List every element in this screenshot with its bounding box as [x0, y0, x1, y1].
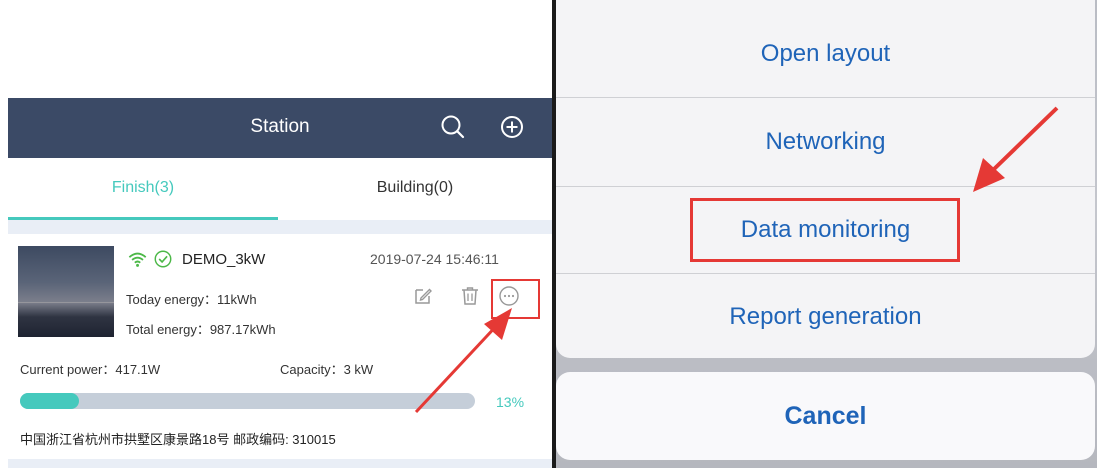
search-icon[interactable]: [438, 112, 468, 142]
section-spacer-bottom: [8, 459, 552, 468]
progress-fill: [20, 393, 80, 409]
station-address: 中国浙江省杭州市拱墅区康景路18号 邮政编码: 310015: [20, 432, 336, 447]
check-circle-icon: [154, 250, 172, 268]
red-arrow-icon: [973, 106, 1059, 192]
tab-bar: Finish(3) Building(0): [8, 158, 552, 220]
tab-building[interactable]: Building(0): [280, 158, 550, 220]
station-datetime: 2019-07-24 15:46:11: [370, 251, 499, 267]
progress-bar: [20, 393, 475, 409]
open-layout-option[interactable]: Open layout: [556, 10, 1095, 98]
cancel-button[interactable]: Cancel: [556, 372, 1095, 460]
red-arrow-icon: [414, 308, 512, 414]
station-status-icons: [128, 250, 172, 268]
page-title: Station: [250, 116, 310, 137]
section-spacer: [8, 220, 552, 234]
station-name[interactable]: DEMO_3kW: [182, 251, 265, 268]
add-circle-icon[interactable]: [497, 112, 527, 142]
capacity: Capacity：3 kW: [280, 362, 374, 377]
action-sheet-screen: Open layout Networking Data monitoring R…: [556, 0, 1097, 468]
app-header: Station: [8, 98, 552, 158]
total-energy: Total energy：987.17kWh: [126, 322, 276, 337]
station-thumbnail: [18, 246, 114, 337]
current-power: Current power：417.1W: [20, 362, 161, 377]
station-app-screen: Station Finish(3) Building(0) DEMO_3kW 2…: [8, 0, 552, 468]
tab-finish[interactable]: Finish(3): [8, 158, 278, 220]
report-generation-option[interactable]: Report generation: [556, 273, 1095, 361]
today-energy: Today energy：11kWh: [126, 292, 257, 307]
data-monitoring-highlight: [690, 198, 960, 262]
wifi-signal-icon: [128, 252, 147, 267]
